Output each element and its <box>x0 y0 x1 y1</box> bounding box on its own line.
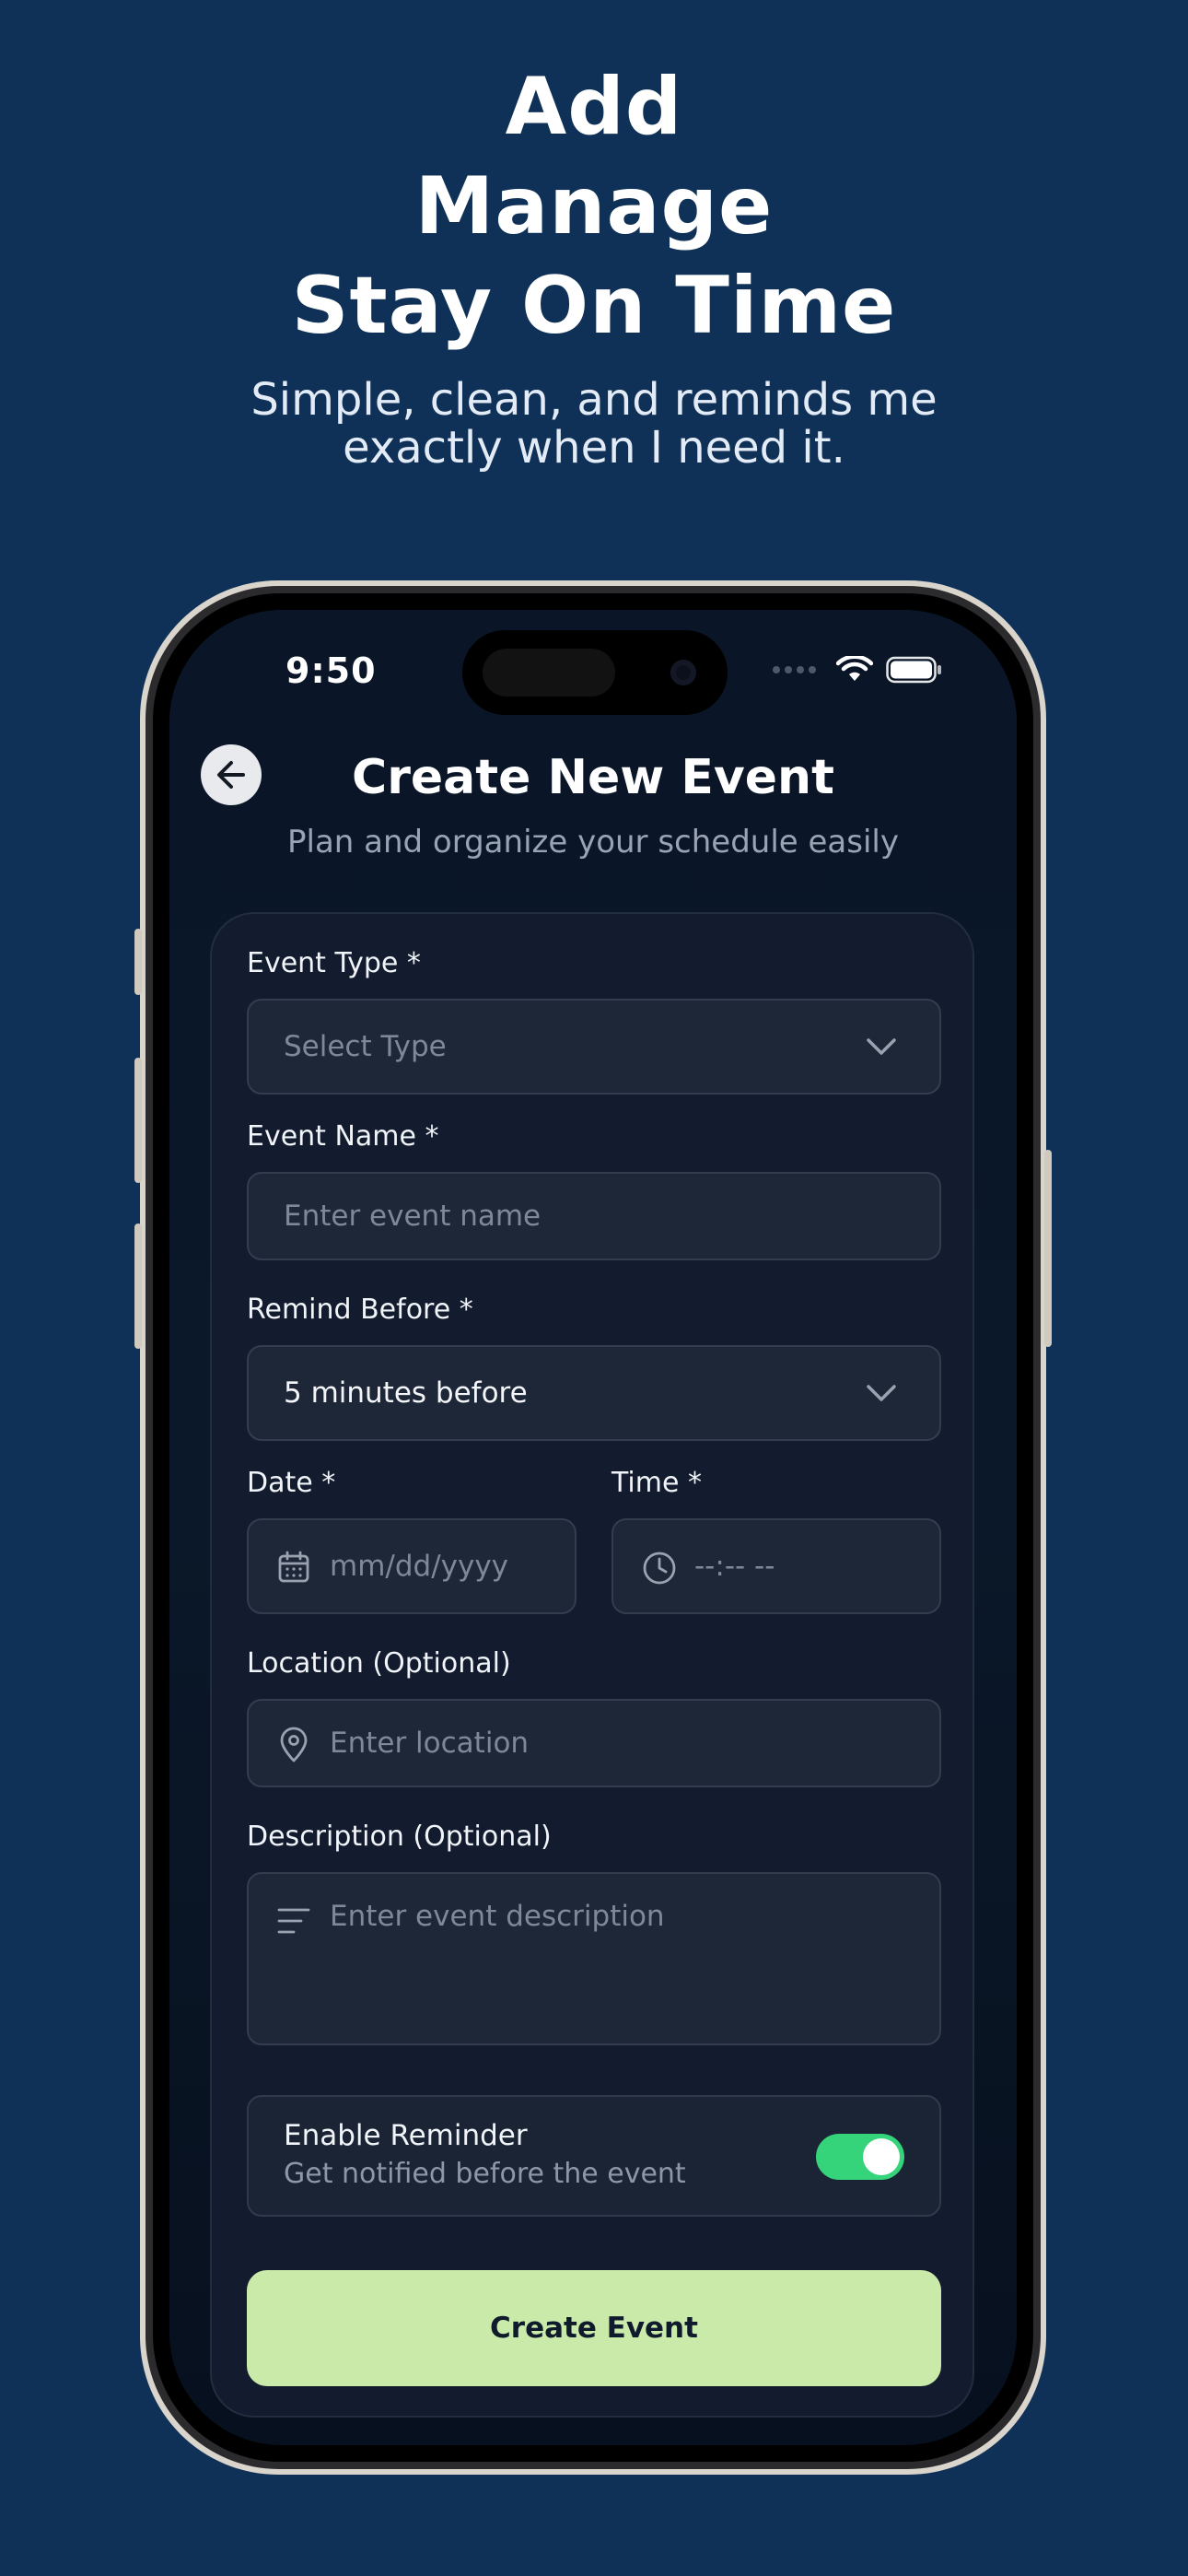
map-pin-icon <box>280 1727 308 1762</box>
location-placeholder: Enter location <box>330 1727 530 1760</box>
tagline-line-2: exactly when I need it. <box>343 422 845 474</box>
tagline-line-1: Simple, clean, and reminds me <box>250 374 938 426</box>
time-input[interactable]: --:-- -- <box>611 1518 941 1614</box>
signal-dots-icon <box>773 666 816 673</box>
event-type-select[interactable]: Select Type <box>247 999 941 1095</box>
event-name-placeholder: Enter event name <box>284 1200 542 1233</box>
location-input[interactable]: Enter location <box>247 1699 941 1787</box>
status-icons <box>773 656 943 684</box>
volume-down-button <box>134 1224 142 1349</box>
chevron-down-icon <box>867 1038 896 1055</box>
date-input[interactable]: mm/dd/yyyy <box>247 1518 577 1614</box>
description-label: Description (Optional) <box>247 1821 552 1853</box>
event-type-placeholder: Select Type <box>284 1030 447 1063</box>
island-sensor <box>483 649 615 697</box>
status-time: 9:50 <box>285 650 377 691</box>
front-camera <box>670 660 696 685</box>
date-label: Date * <box>247 1467 336 1499</box>
remind-before-value: 5 minutes before <box>284 1376 528 1410</box>
page-title: Create New Event <box>352 750 834 805</box>
time-label: Time * <box>611 1467 702 1499</box>
date-placeholder: mm/dd/yyyy <box>330 1550 509 1583</box>
dynamic-island <box>462 630 728 715</box>
wifi-icon <box>836 656 873 681</box>
event-form-card: Event Type * Select Type Event Name * En… <box>210 912 974 2418</box>
toggle-knob <box>863 2138 900 2175</box>
headline-line-2: Manage <box>414 160 774 252</box>
chevron-down-icon <box>867 1385 896 1401</box>
phone-screen: 9:50 Create New Event Plan and organize … <box>169 610 1017 2445</box>
text-align-left-icon <box>277 1908 310 1934</box>
action-button <box>134 929 142 995</box>
remind-before-label: Remind Before * <box>247 1294 473 1326</box>
headline-line-1: Add <box>505 61 683 153</box>
event-name-input[interactable]: Enter event name <box>247 1172 941 1260</box>
headline-line-3: Stay On Time <box>291 260 897 352</box>
description-placeholder: Enter event description <box>330 1900 665 1933</box>
location-label: Location (Optional) <box>247 1647 511 1680</box>
create-event-button[interactable]: Create Event <box>247 2270 941 2386</box>
power-button <box>1044 1150 1052 1347</box>
enable-reminder-subtitle: Get notified before the event <box>284 2158 686 2190</box>
battery-icon <box>886 656 941 684</box>
volume-up-button <box>134 1058 142 1183</box>
event-name-label: Event Name * <box>247 1120 439 1153</box>
enable-reminder-title: Enable Reminder <box>284 2119 528 2152</box>
enable-reminder-toggle[interactable] <box>816 2134 904 2180</box>
page-subtitle: Plan and organize your schedule easily <box>287 824 899 861</box>
enable-reminder-row: Enable Reminder Get notified before the … <box>247 2095 941 2217</box>
remind-before-select[interactable]: 5 minutes before <box>247 1345 941 1441</box>
calendar-icon <box>278 1551 309 1583</box>
clock-icon <box>643 1551 676 1585</box>
marketing-headline: Add Manage Stay On Time <box>0 57 1188 356</box>
time-placeholder: --:-- -- <box>694 1550 775 1583</box>
event-type-label: Event Type * <box>247 947 421 979</box>
description-textarea[interactable]: Enter event description <box>247 1872 941 2045</box>
marketing-tagline: Simple, clean, and reminds me exactly wh… <box>0 376 1188 472</box>
